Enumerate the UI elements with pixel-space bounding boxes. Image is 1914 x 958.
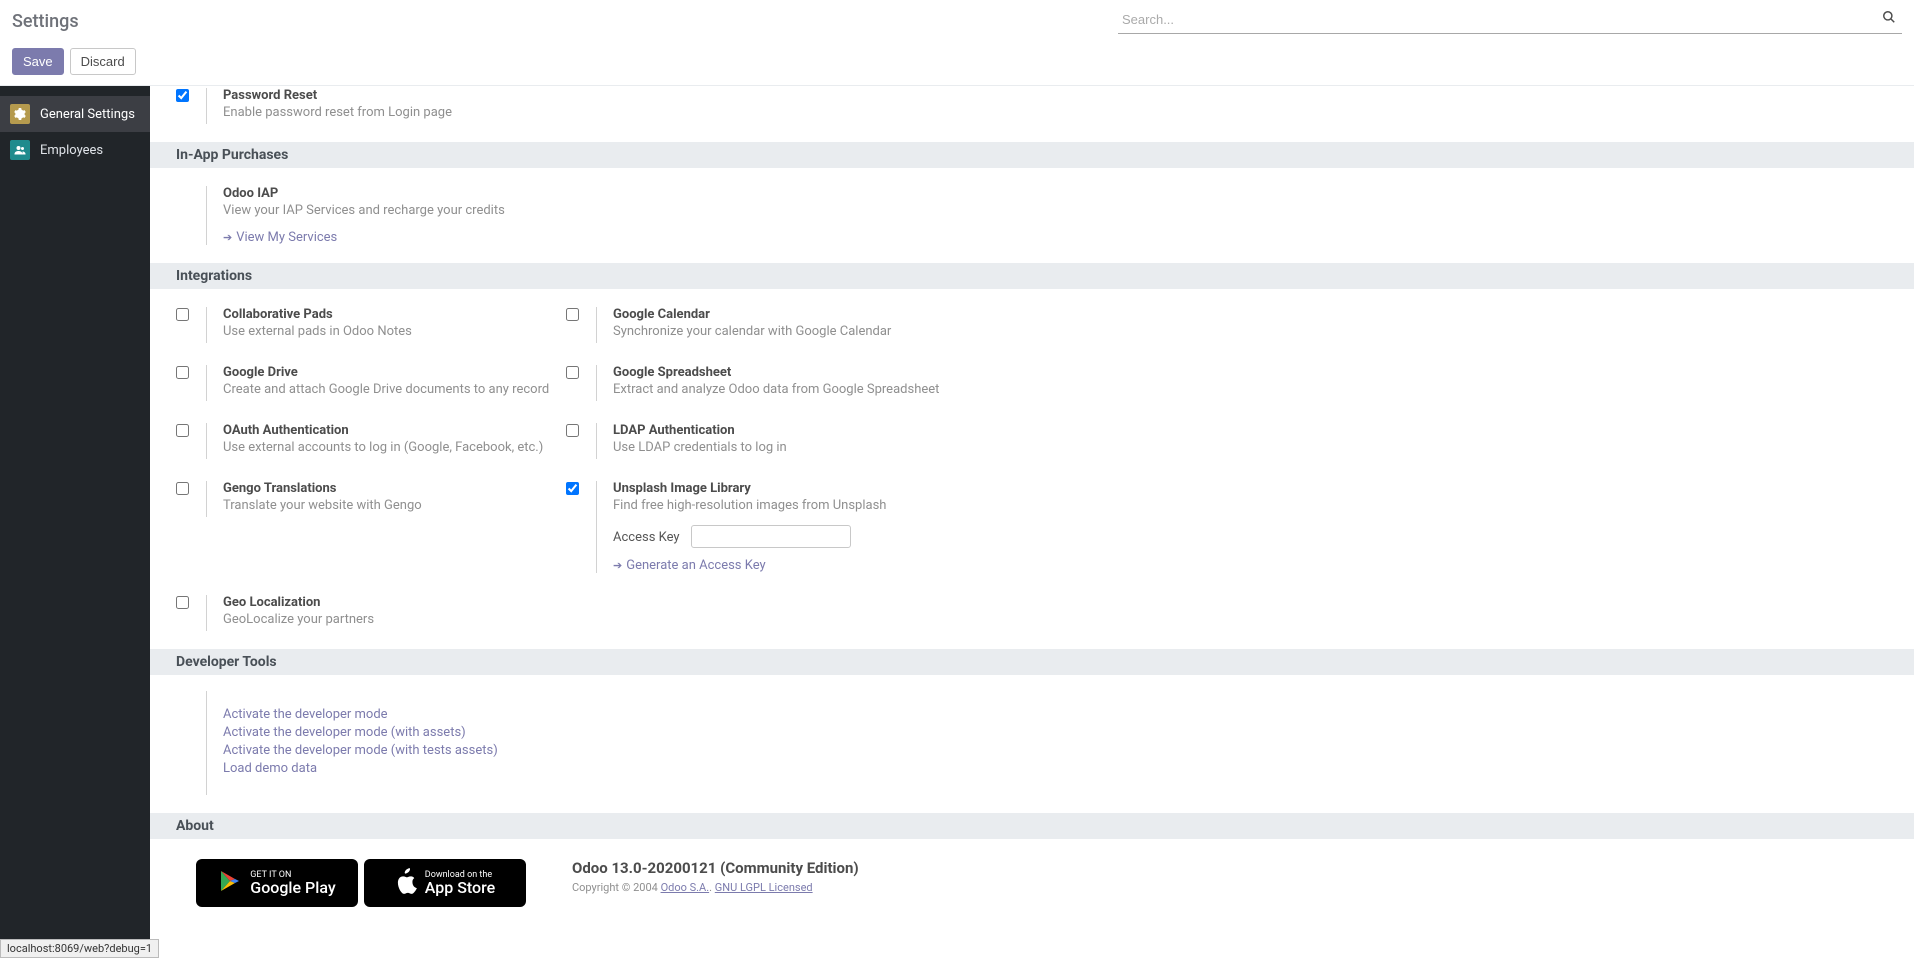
checkbox-collaborative-pads[interactable] [176,308,189,321]
checkbox-ldap-authentication[interactable] [566,424,579,437]
setting-desc: Use LDAP credentials to log in [613,440,787,455]
page-title: Settings [12,11,79,32]
sidebar: General Settings Employees [0,86,150,958]
checkbox-geo-localization[interactable] [176,596,189,609]
setting-title: LDAP Authentication [613,423,787,438]
checkbox-oauth-authentication[interactable] [176,424,189,437]
sidebar-item-label: Employees [40,143,103,158]
setting-desc: Find free high-resolution images from Un… [613,498,886,513]
setting-desc: View your IAP Services and recharge your… [223,203,505,218]
setting-title: Gengo Translations [223,481,422,496]
link-activate-developer-mode-tests[interactable]: Activate the developer mode (with tests … [223,743,1862,758]
link-odoo-sa[interactable]: Odoo S.A. [661,881,710,894]
link-license[interactable]: GNU LGPL Licensed [715,881,813,894]
setting-title: Password Reset [223,88,452,103]
setting-desc: Extract and analyze Odoo data from Googl… [613,382,939,397]
setting-desc: Synchronize your calendar with Google Ca… [613,324,891,339]
sidebar-item-label: General Settings [40,107,135,122]
gear-icon [10,104,30,124]
link-view-my-services[interactable]: ➔ View My Services [223,230,337,245]
setting-desc: Create and attach Google Drive documents… [223,382,549,397]
section-head-integrations: Integrations [150,263,1914,289]
arrow-right-icon: ➔ [223,231,232,244]
apple-icon [395,868,417,898]
google-play-icon [218,869,242,897]
sidebar-item-general-settings[interactable]: General Settings [0,96,150,132]
checkbox-password-reset[interactable] [176,89,189,102]
arrow-right-icon: ➔ [613,559,622,572]
setting-title: Collaborative Pads [223,307,412,322]
checkbox-google-spreadsheet[interactable] [566,366,579,379]
link-generate-access-key[interactable]: ➔ Generate an Access Key [613,558,766,573]
checkbox-unsplash[interactable] [566,482,579,495]
setting-desc: Translate your website with Gengo [223,498,422,513]
link-activate-developer-mode-assets[interactable]: Activate the developer mode (with assets… [223,725,1862,740]
setting-title: Google Spreadsheet [613,365,939,380]
odoo-version: Odoo 13.0-20200121 (Community Edition) [572,859,1868,877]
section-head-about: About [150,813,1914,839]
search-input[interactable] [1118,8,1902,34]
link-load-demo-data[interactable]: Load demo data [223,761,1862,776]
status-bar-url: localhost:8069/web?debug=1 [0,939,159,958]
setting-title: Google Calendar [613,307,891,322]
google-play-button[interactable]: GET IT ON Google Play [196,859,358,907]
content-area: Password Reset Enable password reset fro… [150,86,1914,958]
section-head-iap: In-App Purchases [150,142,1914,168]
access-key-label: Access Key [613,530,680,545]
setting-desc: Use external pads in Odoo Notes [223,324,412,339]
copyright-text: Copyright © 2004 [572,881,661,894]
setting-desc: GeoLocalize your partners [223,612,374,627]
sidebar-item-employees[interactable]: Employees [0,132,150,168]
access-key-input[interactable] [691,525,851,548]
checkbox-google-calendar[interactable] [566,308,579,321]
setting-title: Unsplash Image Library [613,481,886,496]
setting-title: OAuth Authentication [223,423,543,438]
app-store-button[interactable]: Download on the App Store [364,859,526,907]
link-activate-developer-mode[interactable]: Activate the developer mode [223,707,1862,722]
checkbox-google-drive[interactable] [176,366,189,379]
setting-title: Geo Localization [223,595,374,610]
employees-icon [10,140,30,160]
section-head-dev-tools: Developer Tools [150,649,1914,675]
discard-button[interactable]: Discard [70,48,136,75]
setting-desc: Use external accounts to log in (Google,… [223,440,543,455]
setting-title: Google Drive [223,365,549,380]
save-button[interactable]: Save [12,48,64,75]
setting-title: Odoo IAP [223,186,505,201]
checkbox-gengo-translations[interactable] [176,482,189,495]
setting-desc: Enable password reset from Login page [223,105,452,120]
